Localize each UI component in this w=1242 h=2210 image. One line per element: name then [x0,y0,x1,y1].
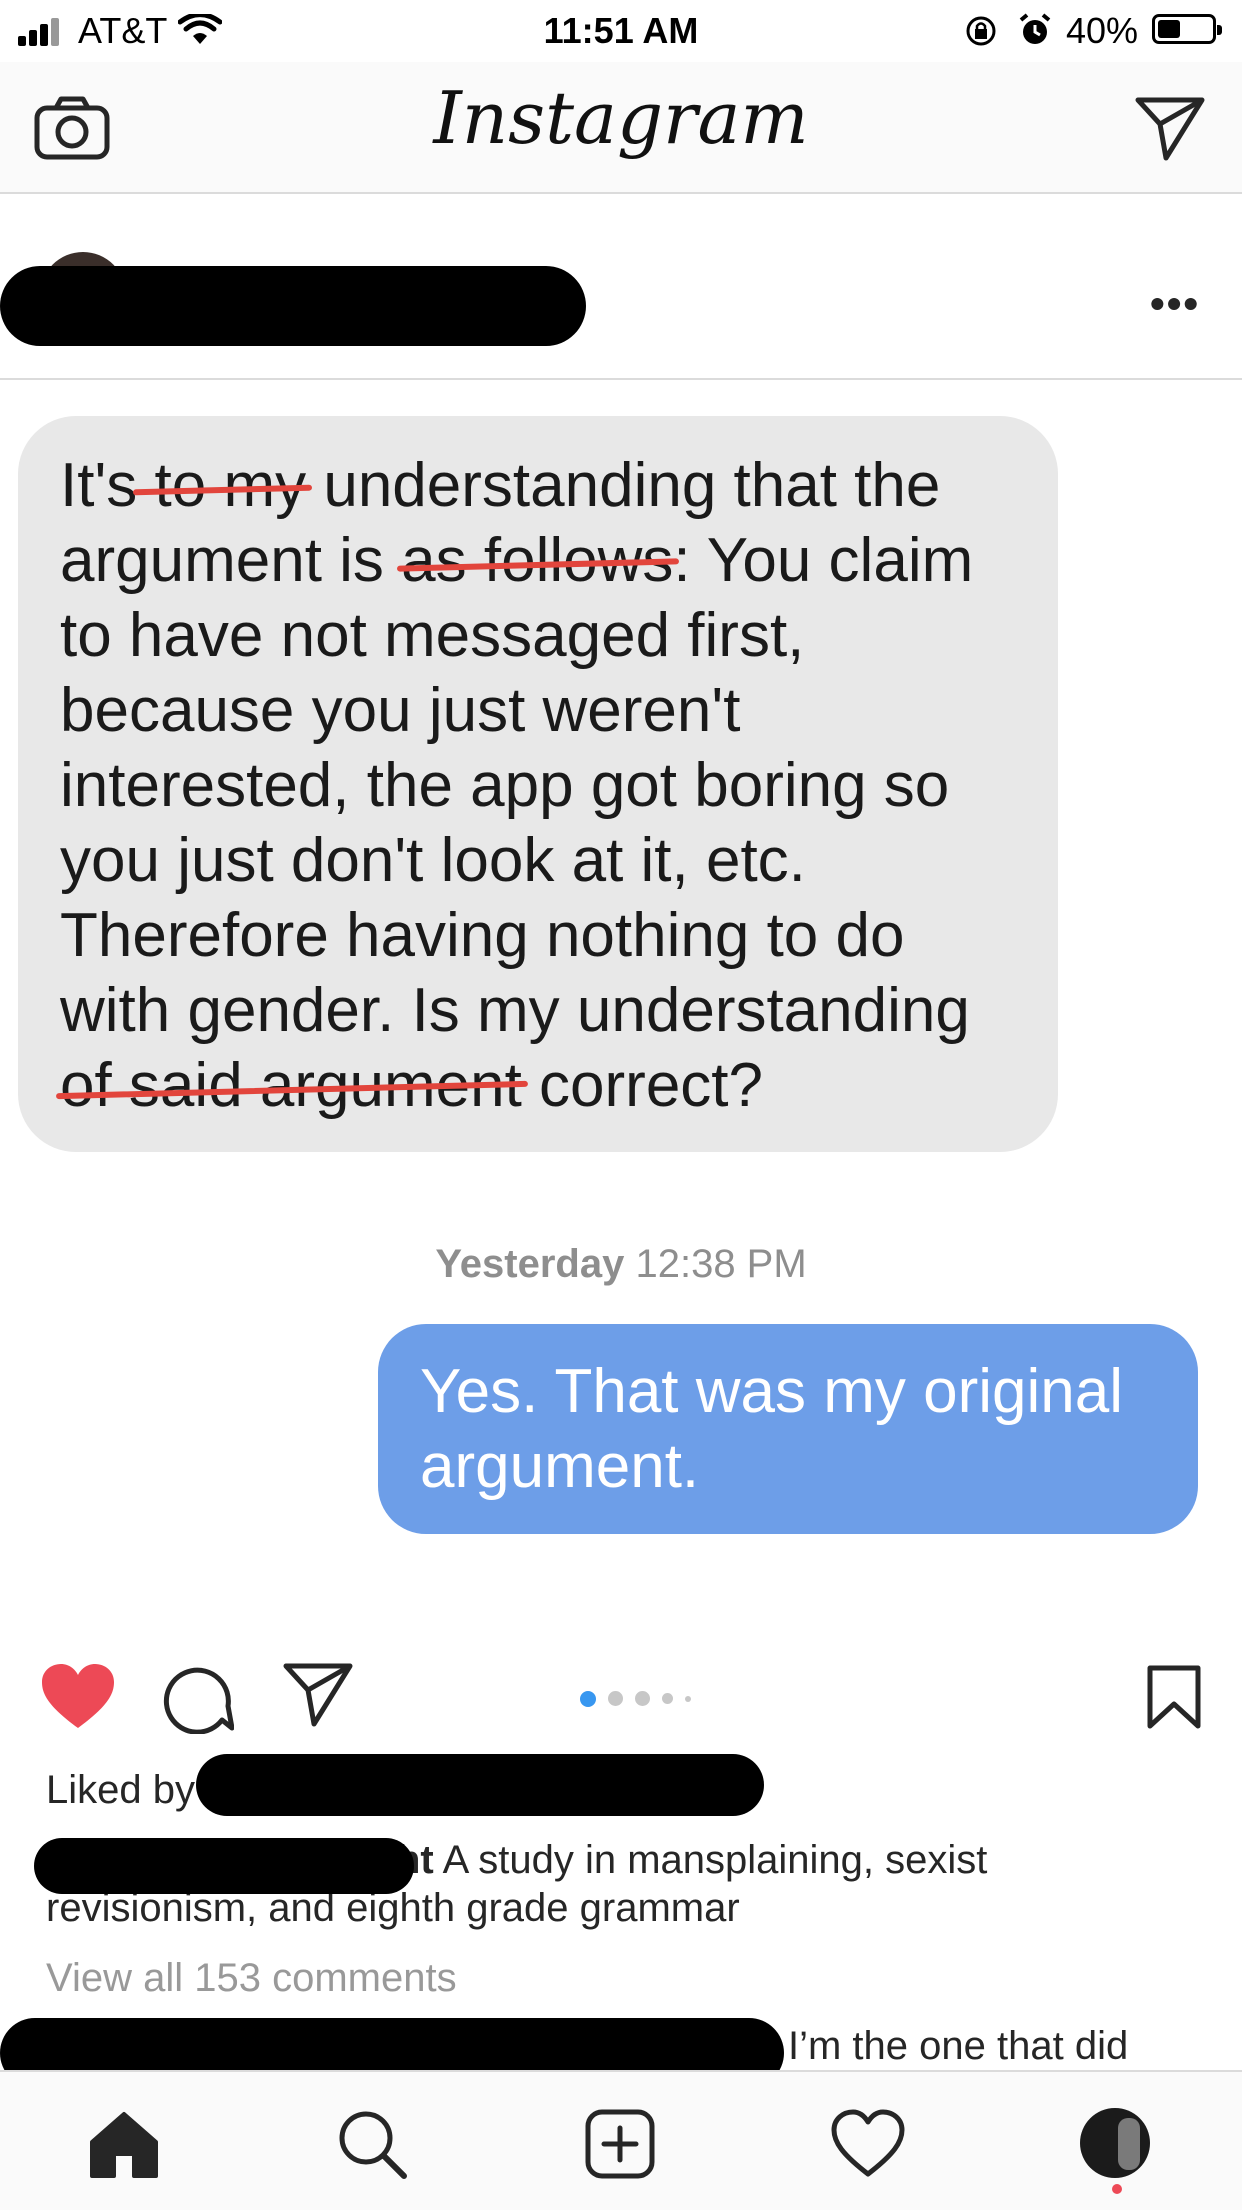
carousel-dot [580,1690,596,1707]
outgoing-message-bubble: Yes. That was my original argument. [378,1324,1198,1534]
message-text: It's [60,451,138,520]
message-timestamp: Yesterday 12:38 PM [435,1242,807,1286]
battery-percent: 40% [1066,10,1139,51]
struck-text: of said argument [60,1051,522,1120]
home-icon[interactable] [84,2104,164,2184]
redacted-caption-username [34,1838,414,1894]
liked-by[interactable]: Liked by [46,1768,195,1813]
share-icon[interactable] [282,1662,354,1730]
carousel-dot [608,1691,623,1707]
view-all-comments-link[interactable]: View all 153 comments [46,1956,457,2001]
carousel-dot [662,1693,673,1705]
activity-heart-icon[interactable] [828,2104,908,2184]
profile-notification-dot [1112,2184,1122,2194]
direct-message-icon[interactable] [1134,96,1206,162]
alarm-icon [1019,13,1051,44]
profile-avatar[interactable] [1080,2108,1150,2178]
app-logo: Instagram [433,76,809,160]
message-text: : You claim to have not messaged first, … [60,526,974,1045]
struck-text: as follows [401,526,674,595]
comment-preview: I’m the one that did [788,2024,1129,2068]
carousel-dot [635,1691,650,1707]
top-nav: Instagram [0,62,1242,194]
comment-icon[interactable] [162,1662,234,1734]
battery-icon [1152,14,1222,44]
like-heart-icon[interactable] [40,1662,116,1730]
carousel-indicator [580,1690,703,1708]
status-bar: AT&T 11:51 AM 40% [0,0,1242,62]
post-header [0,192,1242,380]
search-icon[interactable] [332,2104,412,2184]
save-bookmark-icon[interactable] [1146,1664,1202,1730]
redacted-username [0,266,586,346]
more-options-icon[interactable]: ••• [1150,280,1200,328]
redacted-likers [196,1754,764,1816]
struck-text: to my [137,451,307,520]
orientation-lock-icon [966,16,996,46]
clock: 11:51 AM [543,10,699,51]
new-post-icon[interactable] [580,2104,660,2184]
bottom-tab-bar [0,2070,1242,2210]
message-text: correct? [521,1051,764,1120]
incoming-message-bubble: It's to my understanding that the argume… [18,416,1058,1152]
carousel-dot [685,1695,691,1702]
